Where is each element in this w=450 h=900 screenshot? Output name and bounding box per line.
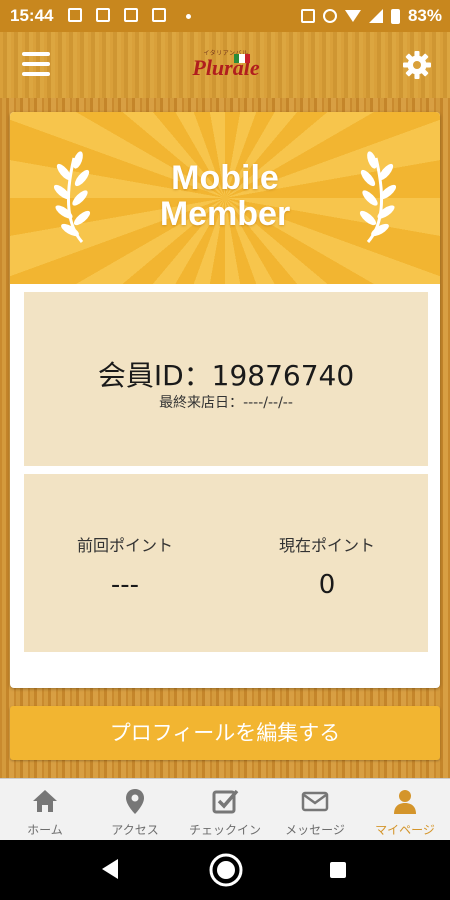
envelope-icon [301, 791, 329, 812]
last-visit-line: 最終来店日：----/--/-- [24, 392, 428, 412]
member-id-line: 会員ID：19876740 [24, 354, 428, 394]
home-icon [33, 790, 57, 812]
current-points-label: 現在ポイント [278, 536, 375, 555]
home-button-icon[interactable] [208, 852, 244, 888]
status-time: 15:44 [10, 6, 54, 25]
cell-signal-icon [368, 9, 383, 23]
map-pin-icon [126, 789, 144, 814]
tab-mypage[interactable]: マイページ [360, 779, 450, 841]
app-logo: イタリアンバル Plurale [186, 48, 266, 82]
laurel-right-icon [359, 151, 396, 243]
app-header: イタリアンバル Plurale [0, 32, 450, 100]
edit-profile-button[interactable]: プロフィールを編集する [10, 706, 440, 760]
tab-mypage-label: マイページ [375, 823, 435, 837]
last-visit-value: ----/--/-- [243, 395, 293, 411]
points-panel: 前回ポイント --- 現在ポイント 0 [24, 474, 428, 652]
gear-icon[interactable] [402, 50, 432, 80]
last-visit-label: 最終来店日： [159, 395, 244, 411]
tab-access[interactable]: アクセス [90, 779, 180, 841]
previous-points-value: --- [110, 570, 140, 600]
tab-checkin-label: チェックイン [188, 823, 261, 837]
member-id-panel: 会員ID：19876740 最終来店日：----/--/-- [24, 292, 428, 466]
recent-apps-icon[interactable] [330, 862, 346, 878]
member-id-value: 19876740 [211, 359, 355, 392]
previous-points: 前回ポイント --- [24, 532, 226, 600]
logo-text: Plurale [192, 55, 260, 80]
gmail-notification-icon [96, 8, 110, 22]
battery-icon [390, 8, 400, 24]
store-notification-icon [152, 8, 166, 22]
tab-message-label: メッセージ [285, 823, 345, 837]
back-icon[interactable] [100, 858, 120, 880]
previous-points-label: 前回ポイント [76, 536, 173, 555]
current-points: 現在ポイント 0 [226, 532, 428, 600]
vibrate-icon [322, 9, 337, 23]
content-area: Mobile Member 会員ID：19876740 最終来店日：----/-… [0, 98, 450, 778]
vpn-key-icon [300, 9, 315, 23]
store-notification-icon [124, 8, 138, 22]
member-id-label: 会員ID： [97, 359, 212, 392]
current-points-value: 0 [318, 570, 336, 600]
more-notifications-icon [186, 14, 191, 19]
tab-checkin[interactable]: チェックイン [180, 779, 270, 841]
member-banner: Mobile Member [10, 112, 440, 284]
image-notification-icon [68, 8, 82, 22]
wifi-icon [344, 10, 361, 22]
tab-home-label: ホーム [27, 823, 63, 837]
bottom-tab-bar: ホーム アクセス チェックイン メッセージ マイページ [0, 778, 450, 841]
battery-percent: 83% [407, 6, 442, 25]
status-bar: 15:44 83% [0, 0, 450, 32]
member-card: Mobile Member 会員ID：19876740 最終来店日：----/-… [10, 112, 440, 688]
tab-access-label: アクセス [111, 823, 159, 837]
person-icon [394, 790, 416, 814]
checkbox-icon [212, 789, 239, 814]
tab-message[interactable]: メッセージ [270, 779, 360, 841]
italian-flag-icon [234, 54, 250, 63]
system-nav-bar [0, 840, 450, 900]
tab-home[interactable]: ホーム [0, 779, 90, 841]
menu-icon[interactable] [22, 52, 50, 76]
